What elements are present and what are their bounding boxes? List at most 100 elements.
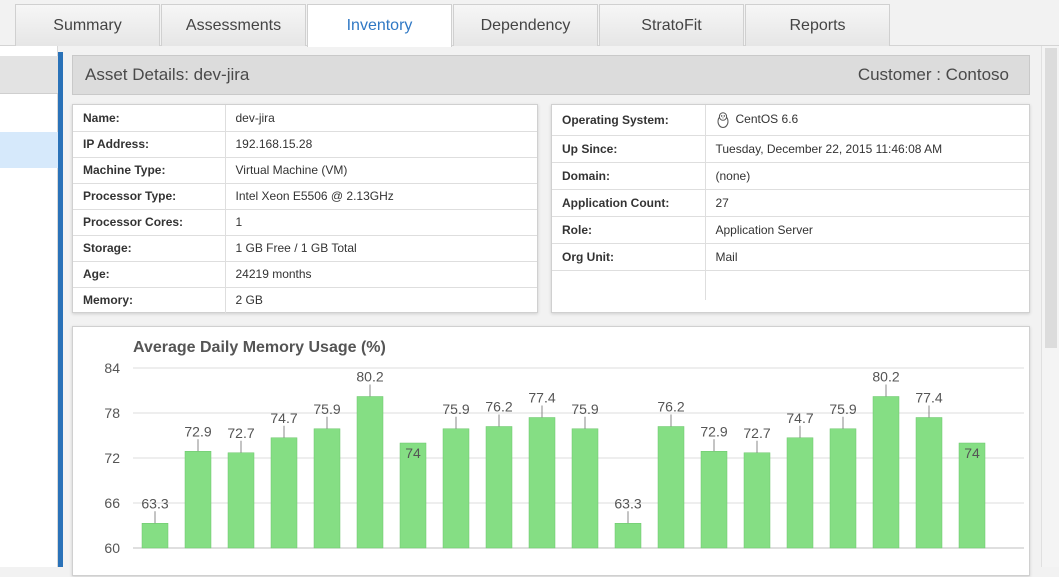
bar-value-label: 74.7 [270, 410, 297, 426]
chart-bar[interactable] [614, 523, 642, 549]
table-row: IP Address: 192.168.15.28 [73, 131, 537, 158]
tab-stratofit[interactable]: StratoFit [599, 4, 744, 46]
content-accent-bar [58, 52, 63, 567]
y-tick-label: 60 [104, 540, 120, 556]
sidebar-selected-item[interactable] [0, 132, 58, 168]
detail-key: Domain: [552, 162, 706, 190]
chart-bar[interactable] [657, 426, 685, 549]
bar-value-label: 72.7 [743, 425, 770, 441]
chart-bar[interactable] [829, 428, 857, 549]
detail-value: Tuesday, December 22, 2015 11:46:08 AM [705, 135, 1029, 163]
os-name: CentOS 6.6 [735, 111, 799, 126]
tab-summary[interactable]: Summary [15, 4, 160, 46]
chart-bar[interactable] [528, 417, 556, 549]
detail-value: (none) [705, 162, 1029, 190]
bar-value-label: 75.9 [313, 401, 340, 417]
tab-reports[interactable]: Reports [745, 4, 890, 46]
chart-bar[interactable] [313, 428, 341, 549]
bar-value-label: 75.9 [571, 401, 598, 417]
detail-key: Org Unit: [552, 243, 706, 271]
bar-value-label: 80.2 [872, 369, 899, 385]
detail-key: Processor Type: [73, 183, 226, 210]
bar-value-label: 75.9 [829, 401, 856, 417]
detail-value [705, 270, 1029, 300]
table-row: Name: dev-jira [73, 105, 537, 132]
bar-value-label: 63.3 [614, 495, 641, 511]
table-row: Memory: 2 GB [73, 287, 537, 313]
detail-key: Up Since: [552, 135, 706, 163]
detail-key: IP Address: [73, 131, 226, 158]
bar-value-label: 72.9 [700, 423, 727, 439]
table-row: Storage: 1 GB Free / 1 GB Total [73, 235, 537, 262]
sidebar [0, 46, 58, 567]
chart-bar[interactable] [915, 417, 943, 549]
chart-bar[interactable] [872, 396, 900, 549]
table-row: Operating System: CentOS 6.6 [552, 105, 1029, 136]
linux-penguin-icon [717, 111, 728, 128]
chart-bar[interactable] [485, 426, 513, 549]
detail-key: Age: [73, 261, 226, 288]
sidebar-header [0, 56, 58, 94]
table-row: Processor Type: Intel Xeon E5506 @ 2.13GH… [73, 183, 537, 210]
detail-key: Application Count: [552, 189, 706, 217]
detail-value: Mail [705, 243, 1029, 271]
chart-bar[interactable] [184, 451, 212, 549]
y-tick-label: 78 [104, 405, 120, 421]
bar-value-label: 77.4 [915, 390, 942, 406]
bar-value-label: 72.9 [184, 423, 211, 439]
table-row: Role: Application Server [552, 216, 1029, 244]
table-row: Age: 24219 months [73, 261, 537, 288]
detail-key: Processor Cores: [73, 209, 226, 236]
chart-bar[interactable] [442, 428, 470, 549]
bar-value-label: 74.7 [786, 410, 813, 426]
detail-value: 2 GB [235, 293, 263, 308]
bar-value-label: 77.4 [528, 390, 555, 406]
detail-value: 1 [225, 209, 537, 236]
detail-value: 24219 months [225, 261, 537, 288]
detail-value: Virtual Machine (VM) [225, 157, 537, 184]
tab-bar: Summary Assessments Inventory Dependency… [0, 0, 1059, 47]
table-row: Up Since: Tuesday, December 22, 2015 11:4… [552, 135, 1029, 163]
chart-bar[interactable] [141, 523, 169, 549]
chart-bar[interactable] [227, 452, 255, 549]
tab-dependency[interactable]: Dependency [453, 4, 598, 46]
detail-key [552, 270, 706, 300]
chart-bar[interactable] [571, 428, 599, 549]
detail-key: Role: [552, 216, 706, 244]
bar-value-label: 80.2 [356, 369, 383, 385]
detail-value: 192.168.15.28 [225, 131, 537, 158]
system-details-table: Operating System: CentOS 6.6 Up Since: Tu… [551, 104, 1030, 313]
bar-value-label: 74 [405, 445, 421, 461]
table-row: Org Unit: Mail [552, 243, 1029, 271]
detail-key: Storage: [73, 235, 226, 262]
table-row: Processor Cores: 1 [73, 209, 537, 236]
asset-details-table: Name: dev-jira IP Address: 192.168.15.28 M… [72, 104, 538, 313]
table-row: Domain: (none) [552, 162, 1029, 190]
detail-key: Operating System: [552, 105, 706, 136]
chart-bar[interactable] [270, 437, 298, 549]
chart-bar[interactable] [786, 437, 814, 549]
tab-assessments[interactable]: Assessments [161, 4, 306, 46]
chart-bar[interactable] [700, 451, 728, 549]
bar-value-label: 76.2 [485, 399, 512, 415]
detail-value: dev-jira [225, 105, 537, 132]
tab-inventory[interactable]: Inventory [307, 4, 452, 47]
chart-bar[interactable] [356, 396, 384, 549]
asset-title: Asset Details: dev-jira [85, 65, 250, 84]
asset-details-header: Asset Details: dev-jira Customer : Conto… [72, 55, 1030, 95]
scrollbar-thumb[interactable] [1045, 48, 1057, 348]
vertical-scrollbar[interactable] [1041, 46, 1059, 567]
bar-value-label: 63.3 [141, 495, 168, 511]
detail-value: 27 [705, 189, 1029, 217]
bar-value-label: 74 [964, 445, 980, 461]
detail-key: Machine Type: [73, 157, 226, 184]
y-tick-label: 72 [104, 450, 120, 466]
table-row: Application Count: 27 [552, 189, 1029, 217]
bar-value-label: 76.2 [657, 399, 684, 415]
detail-value: 1 GB Free / 1 GB Total [225, 235, 537, 262]
detail-value: Application Server [705, 216, 1029, 244]
table-row [552, 270, 1029, 300]
bar-value-label: 72.7 [227, 425, 254, 441]
chart-bar[interactable] [743, 452, 771, 549]
detail-value-os: CentOS 6.6 [705, 105, 1029, 136]
